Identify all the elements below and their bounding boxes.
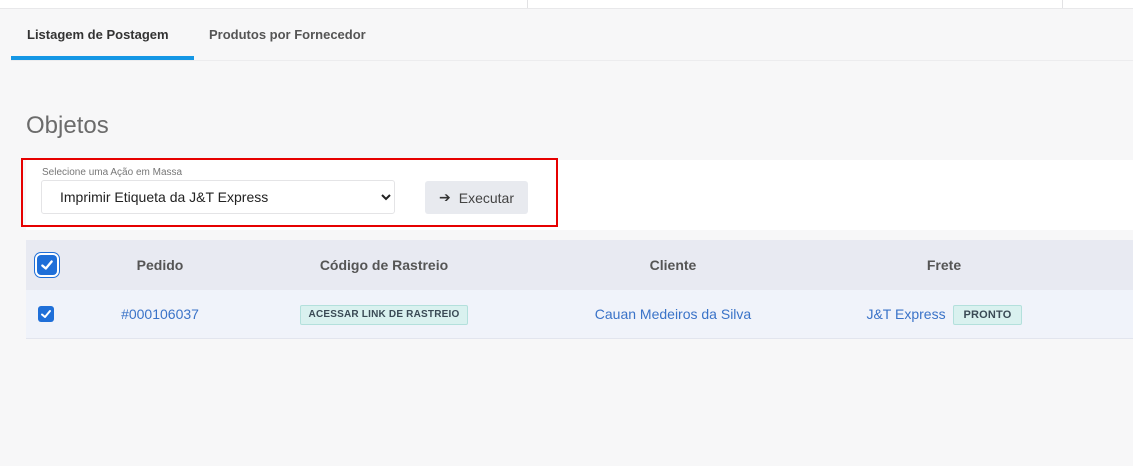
table-header: Pedido Código de Rastreio Cliente Frete [26,240,1133,291]
execute-button[interactable]: ➔ Executar [425,181,528,214]
arrow-right-icon: ➔ [439,189,451,205]
divider [527,0,528,8]
page-title: Objetos [26,112,109,139]
status-badge: PRONTO [953,305,1022,326]
order-link[interactable]: #000106037 [110,290,210,338]
divider [1062,0,1063,8]
tracking-cell: ACESSAR LINK DE RASTREIO [284,290,484,338]
tab-listagem-de-postagem[interactable]: Listagem de Postagem [27,12,169,58]
check-icon [41,260,53,270]
table-row: #000106037 ACESSAR LINK DE RASTREIO Caua… [26,290,1133,339]
row-checkbox[interactable] [38,306,54,322]
active-tab-indicator [11,56,194,60]
bulk-action-select[interactable]: Imprimir Etiqueta da J&T Express [41,180,395,214]
column-header-frete: Frete [926,257,962,273]
carrier-link[interactable]: J&T Express [866,306,945,322]
column-header-codigo-de-rastreio: Código de Rastreio [319,257,449,273]
frete-cell: J&T Express PRONTO [844,290,1044,338]
column-header-pedido: Pedido [136,257,184,273]
top-strip [0,0,1133,9]
tab-produtos-por-fornecedor[interactable]: Produtos por Fornecedor [209,12,366,58]
tracking-link-badge[interactable]: ACESSAR LINK DE RASTREIO [299,305,469,326]
customer-link[interactable]: Cauan Medeiros da Silva [573,290,773,338]
select-all-checkbox[interactable] [37,255,57,275]
column-header-cliente: Cliente [649,257,697,273]
check-icon [41,310,51,318]
tab-bar: Listagem de Postagem Produtos por Fornec… [11,12,1133,61]
bulk-action-label: Selecione uma Ação em Massa [42,167,183,178]
execute-button-label: Executar [458,189,514,206]
